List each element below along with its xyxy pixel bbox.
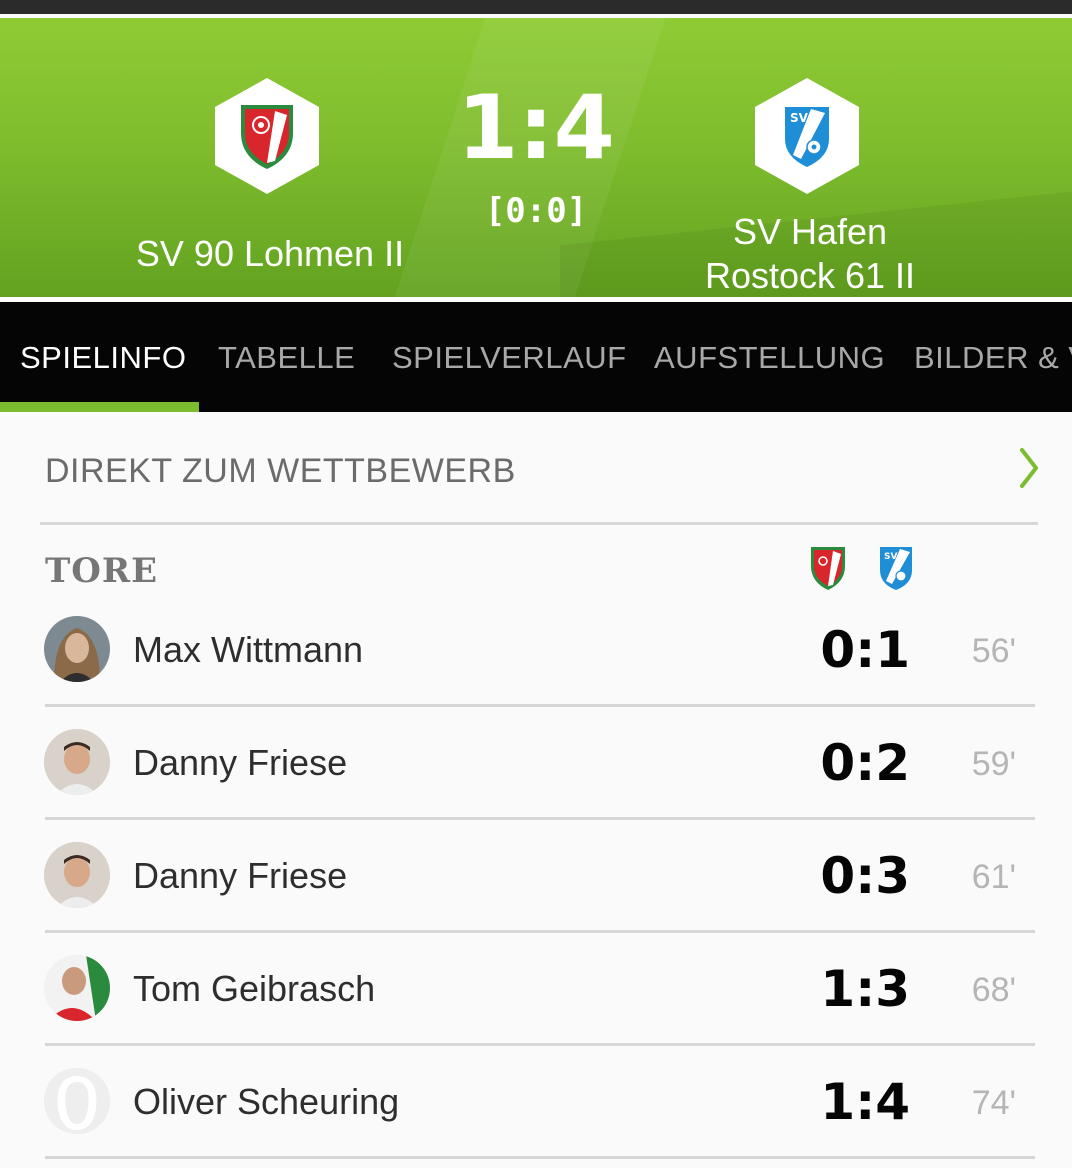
goal-score: 1:3 xyxy=(820,960,910,1018)
competition-link[interactable]: DIREKT ZUM WETTBEWERB xyxy=(0,412,1072,524)
away-team-mini-crest-icon: SV xyxy=(880,547,912,590)
goal-score: 0:2 xyxy=(820,734,910,792)
away-team-name-line2: Rostock 61 II xyxy=(704,255,916,296)
goal-row[interactable]: Danny Friese 0:3 61' xyxy=(0,826,1072,939)
tab-spielinfo[interactable]: SPIELINFO xyxy=(20,338,186,378)
shield-icon: SV xyxy=(785,107,829,167)
tab-aufstellung[interactable]: AUFSTELLUNG xyxy=(654,338,885,378)
shield-icon xyxy=(241,105,293,169)
goal-scorer-name[interactable]: Oliver Scheuring xyxy=(133,1080,399,1124)
home-team-crest[interactable] xyxy=(215,78,319,194)
goal-scorer-name[interactable]: Danny Friese xyxy=(133,854,347,898)
halftime-score: [0:0] xyxy=(484,191,588,231)
player-avatar xyxy=(44,955,110,1021)
goal-minute: 68' xyxy=(971,971,1016,1009)
player-avatar xyxy=(44,729,110,795)
divider xyxy=(45,930,1035,933)
divider xyxy=(40,522,1038,525)
divider xyxy=(45,817,1035,820)
tab-bilder-videos[interactable]: BILDER & V xyxy=(914,338,1072,378)
goal-row[interactable]: Max Wittmann 0:1 56' xyxy=(0,600,1072,713)
goal-minute: 61' xyxy=(971,858,1016,896)
competition-link-label: DIREKT ZUM WETTBEWERB xyxy=(45,452,516,490)
goal-minute: 56' xyxy=(971,632,1016,670)
player-avatar-placeholder-icon xyxy=(44,1068,110,1134)
goal-row[interactable]: Tom Geibrasch 1:3 68' xyxy=(0,939,1072,1052)
status-bar xyxy=(0,0,1072,14)
final-score: 1:4 xyxy=(457,76,615,179)
active-tab-indicator xyxy=(0,402,199,412)
goal-scorer-name[interactable]: Tom Geibrasch xyxy=(133,967,375,1011)
goals-section-title: TORE xyxy=(45,551,159,591)
goal-score: 0:3 xyxy=(820,847,910,905)
tab-bar: SPIELINFO TABELLE SPIELVERLAUF AUFSTELLU… xyxy=(0,302,1072,412)
away-team-name[interactable]: SV Hafen Rostock 61 II xyxy=(630,210,990,297)
away-team-name-line1: SV Hafen xyxy=(732,211,888,252)
player-avatar xyxy=(44,616,110,682)
match-header: SV 90 Lohmen II 1:4 [0:0] SV SV Hafen Ro… xyxy=(0,18,1072,297)
goal-scorer-name[interactable]: Danny Friese xyxy=(133,741,347,785)
goal-minute: 59' xyxy=(971,745,1016,783)
goal-score: 0:1 xyxy=(820,621,910,679)
divider xyxy=(45,1156,1035,1159)
divider xyxy=(45,704,1035,707)
goal-row[interactable]: Danny Friese 0:2 59' xyxy=(0,713,1072,826)
chevron-right-icon xyxy=(1020,448,1038,488)
goal-minute: 74' xyxy=(971,1084,1016,1122)
away-team-crest[interactable]: SV xyxy=(755,78,859,194)
player-avatar xyxy=(44,842,110,908)
goal-row[interactable]: Oliver Scheuring 1:4 74' xyxy=(0,1052,1072,1165)
home-team-mini-crest-icon xyxy=(811,547,845,590)
goal-scorer-name[interactable]: Max Wittmann xyxy=(133,628,363,672)
tab-spielverlauf[interactable]: SPIELVERLAUF xyxy=(392,338,627,378)
home-team-name[interactable]: SV 90 Lohmen II xyxy=(90,232,450,276)
goal-score: 1:4 xyxy=(820,1073,910,1131)
divider xyxy=(45,1043,1035,1046)
tab-tabelle[interactable]: TABELLE xyxy=(218,338,355,378)
